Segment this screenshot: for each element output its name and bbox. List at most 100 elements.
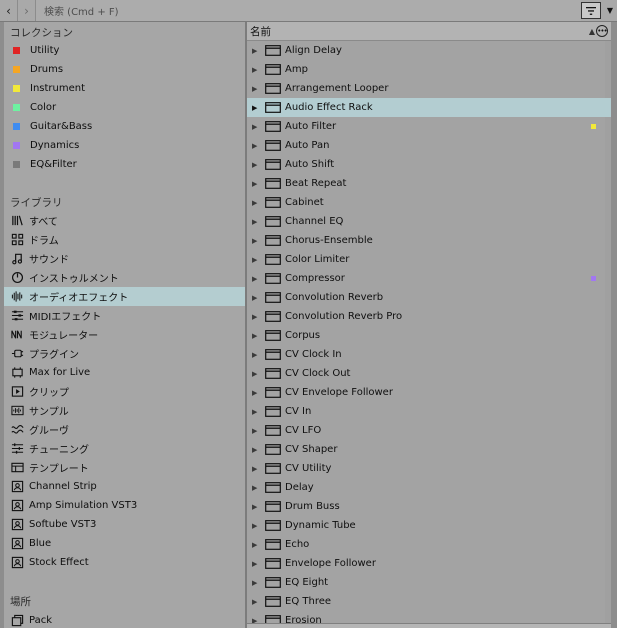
expand-arrow-icon[interactable]: ▶ [252,218,262,226]
list-item[interactable]: ▶ Color Limiter [247,250,611,269]
expand-arrow-icon[interactable]: ▶ [252,560,262,568]
list-item[interactable]: ▶ CV Clock Out [247,364,611,383]
list-item[interactable]: ▶ CV Utility [247,459,611,478]
list-item[interactable]: ▶ Arrangement Looper [247,79,611,98]
list-item[interactable]: ▶ Echo [247,535,611,554]
max-for-live-icon [10,366,24,380]
sidebar-item[interactable]: グルーヴ [4,420,245,439]
expand-arrow-icon[interactable]: ▶ [252,427,262,435]
sidebar-item[interactable]: オーディオエフェクト [4,287,245,306]
expand-arrow-icon[interactable]: ▶ [252,408,262,416]
sidebar-item[interactable]: Utility [4,41,245,60]
sidebar-item[interactable]: Color [4,98,245,117]
sidebar-item[interactable]: サウンド [4,249,245,268]
list-item[interactable]: ▶ Convolution Reverb [247,288,611,307]
sort-ascending-icon[interactable]: ▲ [589,27,595,36]
list-item[interactable]: ▶ CV LFO [247,421,611,440]
expand-arrow-icon[interactable]: ▶ [252,275,262,283]
expand-arrow-icon[interactable]: ▶ [252,351,262,359]
sidebar-item[interactable]: テンプレート [4,458,245,477]
expand-arrow-icon[interactable]: ▶ [252,541,262,549]
sidebar-item[interactable]: Instrument [4,79,245,98]
list-item[interactable]: ▶ Auto Filter [247,117,611,136]
expand-arrow-icon[interactable]: ▶ [252,180,262,188]
sidebar-item[interactable]: Dynamics [4,136,245,155]
horizontal-scrollbar[interactable] [247,623,611,628]
list-item[interactable]: ▶ CV In [247,402,611,421]
back-button[interactable]: ‹ [0,0,18,21]
name-column-header[interactable]: 名前 ▲ ••• [247,22,611,41]
expand-arrow-icon[interactable]: ▶ [252,313,262,321]
sidebar-item[interactable]: インストゥルメント [4,268,245,287]
list-item[interactable]: ▶ Chorus-Ensemble [247,231,611,250]
sidebar-item[interactable]: Max for Live [4,363,245,382]
device-folder-icon [265,577,281,588]
filter-button[interactable] [581,2,601,19]
list-item[interactable]: ▶ Amp [247,60,611,79]
list-item[interactable]: ▶ Align Delay [247,41,611,60]
device-folder-icon [265,292,281,303]
list-item[interactable]: ▶ Delay [247,478,611,497]
list-item[interactable]: ▶ Drum Buss [247,497,611,516]
expand-arrow-icon[interactable]: ▶ [252,579,262,587]
list-item[interactable]: ▶ EQ Three [247,592,611,611]
list-item[interactable]: ▶ Audio Effect Rack [247,98,611,117]
list-item[interactable]: ▶ Beat Repeat [247,174,611,193]
sidebar-item[interactable]: ドラム [4,230,245,249]
sidebar-item[interactable]: MIDIエフェクト [4,306,245,325]
list-item[interactable]: ▶ CV Envelope Follower [247,383,611,402]
expand-arrow-icon[interactable]: ▶ [252,104,262,112]
list-item[interactable]: ▶ Compressor [247,269,611,288]
sidebar-item[interactable]: EQ&Filter [4,155,245,174]
sidebar-item[interactable]: Drums [4,60,245,79]
list-item[interactable]: ▶ Channel EQ [247,212,611,231]
expand-arrow-icon[interactable]: ▶ [252,256,262,264]
expand-arrow-icon[interactable]: ▶ [252,47,262,55]
forward-button[interactable]: › [18,0,36,21]
list-item[interactable]: ▶ CV Clock In [247,345,611,364]
list-item[interactable]: ▶ Corpus [247,326,611,345]
list-item[interactable]: ▶ EQ Eight [247,573,611,592]
expand-arrow-icon[interactable]: ▶ [252,598,262,606]
expand-arrow-icon[interactable]: ▶ [252,465,262,473]
expand-arrow-icon[interactable]: ▶ [252,199,262,207]
sidebar-item[interactable]: Channel Strip [4,477,245,496]
search-input[interactable]: 検索 (Cmd + F) [36,0,581,21]
sidebar-item[interactable]: すべて [4,211,245,230]
sidebar-item[interactable]: Pack [4,611,245,628]
list-item[interactable]: ▶ Cabinet [247,193,611,212]
expand-arrow-icon[interactable]: ▶ [252,503,262,511]
expand-arrow-icon[interactable]: ▶ [252,66,262,74]
expand-arrow-icon[interactable]: ▶ [252,370,262,378]
expand-arrow-icon[interactable]: ▶ [252,332,262,340]
expand-arrow-icon[interactable]: ▶ [252,522,262,530]
sidebar-item[interactable]: クリップ [4,382,245,401]
list-item[interactable]: ▶ Dynamic Tube [247,516,611,535]
more-options-icon[interactable]: ••• [596,25,608,37]
expand-arrow-icon[interactable]: ▶ [252,446,262,454]
expand-arrow-icon[interactable]: ▶ [252,389,262,397]
sidebar-item[interactable]: Stock Effect [4,553,245,572]
sidebar-item[interactable]: Amp Simulation VST3 [4,496,245,515]
sidebar-item[interactable]: チューニング [4,439,245,458]
sidebar-item[interactable]: プラグイン [4,344,245,363]
list-item[interactable]: ▶ Auto Shift [247,155,611,174]
sidebar-item[interactable]: モジュレーター [4,325,245,344]
sidebar-item[interactable]: Guitar&Bass [4,117,245,136]
expand-arrow-icon[interactable]: ▶ [252,484,262,492]
list-item[interactable]: ▶ CV Shaper [247,440,611,459]
list-item[interactable]: ▶ Envelope Follower [247,554,611,573]
expand-arrow-icon[interactable]: ▶ [252,85,262,93]
chevron-left-icon: ‹ [6,3,11,18]
expand-arrow-icon[interactable]: ▶ [252,237,262,245]
expand-arrow-icon[interactable]: ▶ [252,123,262,131]
browser-menu-button[interactable]: ▼ [603,0,617,21]
sidebar-item[interactable]: Blue [4,534,245,553]
expand-arrow-icon[interactable]: ▶ [252,142,262,150]
list-item[interactable]: ▶ Convolution Reverb Pro [247,307,611,326]
sidebar-item[interactable]: サンプル [4,401,245,420]
expand-arrow-icon[interactable]: ▶ [252,161,262,169]
sidebar-item[interactable]: Softube VST3 [4,515,245,534]
list-item[interactable]: ▶ Auto Pan [247,136,611,155]
expand-arrow-icon[interactable]: ▶ [252,294,262,302]
